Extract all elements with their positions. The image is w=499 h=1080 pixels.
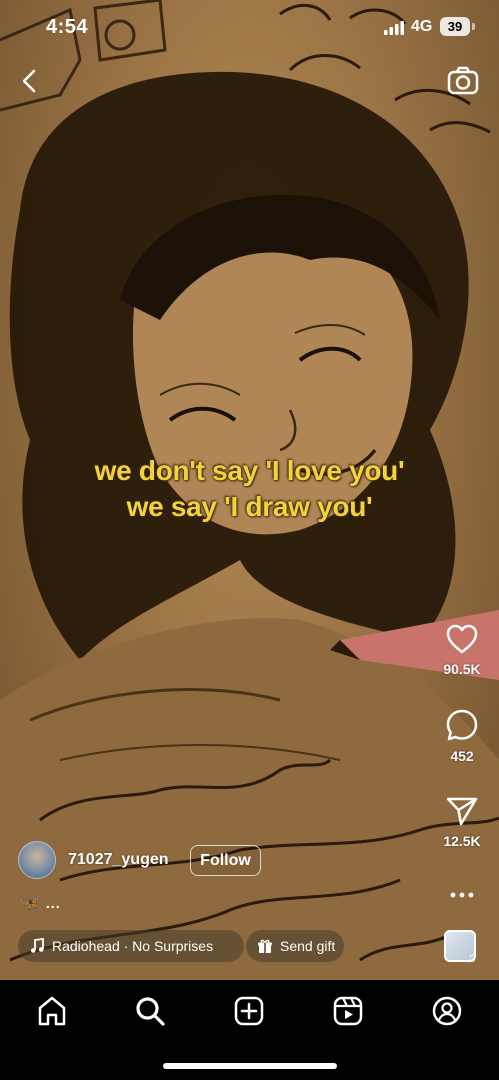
follow-button[interactable]: Follow (190, 845, 261, 876)
chevron-left-icon (22, 69, 36, 93)
caption-line-1: we don't say 'I love you' (94, 455, 405, 486)
butterfly-emoji: 🦋 (20, 895, 40, 912)
send-icon (446, 797, 478, 826)
description-more[interactable]: ... (46, 895, 61, 911)
camera-button[interactable] (446, 64, 480, 98)
comment-icon (446, 709, 478, 741)
battery-icon: 39 (440, 17, 470, 36)
network-type: 4G (411, 18, 433, 35)
like-count: 90.5K (443, 661, 481, 677)
status-time: 4:54 (46, 16, 89, 38)
caption-line-2: we say 'I draw you' (126, 491, 373, 522)
music-label: Radiohead · No Surprises (52, 938, 214, 954)
music-note-icon (30, 938, 44, 953)
reel-video[interactable]: 4:54 4G 39 we don't say 'I love you' we … (0, 0, 499, 980)
signal-icon (384, 21, 404, 35)
comment-count: 452 (450, 748, 474, 764)
reel-caption: we don't say 'I love you' we say 'I draw… (0, 453, 499, 525)
nav-search[interactable] (133, 994, 167, 1028)
plus-square-icon (234, 996, 264, 1026)
back-button[interactable] (14, 66, 44, 96)
battery-cap (472, 23, 475, 30)
home-icon (38, 996, 66, 1026)
camera-icon (447, 66, 479, 95)
status-bar: 4:54 4G 39 (0, 0, 499, 56)
search-icon (136, 997, 165, 1026)
send-gift-button[interactable]: Send gift (246, 930, 344, 962)
nav-profile[interactable] (430, 994, 464, 1028)
profile-icon (432, 996, 462, 1026)
nav-reels[interactable] (331, 994, 365, 1028)
avatar[interactable] (18, 841, 56, 879)
like-button[interactable]: 90.5K (432, 623, 492, 677)
heart-icon (446, 624, 478, 654)
more-icon (450, 892, 474, 898)
share-count: 12.5K (443, 833, 481, 849)
reels-icon (333, 996, 363, 1026)
username[interactable]: 71027_yugen (68, 851, 169, 869)
comment-button[interactable]: 452 (432, 708, 492, 764)
share-button[interactable]: 12.5K (432, 795, 492, 849)
gift-label: Send gift (280, 938, 336, 954)
gift-icon (258, 939, 272, 953)
music-note-icon: ♫ (466, 949, 477, 965)
more-options-button[interactable] (432, 880, 492, 910)
nav-home[interactable] (35, 994, 69, 1028)
home-indicator[interactable] (163, 1063, 337, 1069)
music-pill[interactable]: Radiohead · No Surprises (18, 930, 244, 962)
nav-create[interactable] (232, 994, 266, 1028)
description[interactable]: 🦋 ... (20, 893, 61, 913)
